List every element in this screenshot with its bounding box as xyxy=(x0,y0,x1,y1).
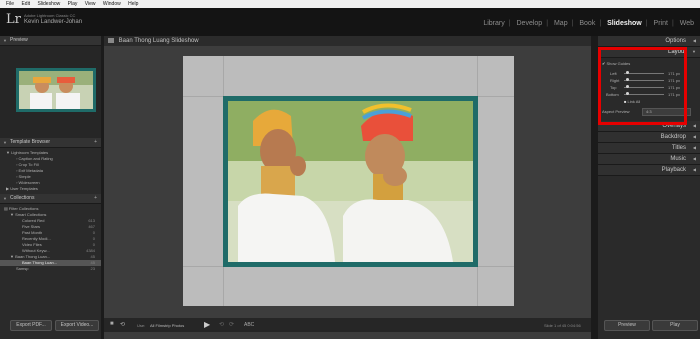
template-browser-header[interactable]: ▼ Template Browser + xyxy=(0,138,101,148)
playback-header[interactable]: Playback ◀ xyxy=(598,165,700,176)
module-print[interactable]: Print xyxy=(654,20,668,27)
rotate-icon[interactable]: ⟲ xyxy=(120,321,125,328)
add-text-button[interactable]: ABC xyxy=(244,322,254,328)
module-book[interactable]: Book xyxy=(579,20,595,27)
expand-triangle-icon: ◀ xyxy=(692,134,696,139)
identity-user-name: Kevin Landwer-Johan xyxy=(24,19,83,25)
add-template-icon[interactable]: + xyxy=(94,138,97,147)
module-library[interactable]: Library xyxy=(483,20,504,27)
lightroom-logo: Lr xyxy=(6,12,21,27)
menu-view[interactable]: View xyxy=(85,1,96,7)
expand-triangle-icon: ◀ xyxy=(692,38,696,43)
options-header[interactable]: Options ◀ xyxy=(598,36,700,47)
expand-triangle-icon: ◀ xyxy=(692,145,696,150)
left-panel: ▼ Preview ▼ Template Browser + ▼ Lightro… xyxy=(0,36,101,339)
collapse-triangle-icon: ▼ xyxy=(3,140,7,145)
play-button[interactable]: Play xyxy=(652,320,698,331)
app-subtitle: Adobe Lightroom Classic CC xyxy=(24,13,76,18)
menu-window[interactable]: Window xyxy=(103,1,121,7)
preview-panel-header[interactable]: ▼ Preview xyxy=(0,36,101,46)
collection-icon xyxy=(108,37,114,43)
menu-edit[interactable]: Edit xyxy=(21,1,30,7)
use-photos-select[interactable]: All Filmstrip Photos xyxy=(150,323,184,328)
expand-triangle-icon: ◀ xyxy=(692,123,696,128)
expand-triangle-icon: ◀ xyxy=(692,167,696,172)
menu-slideshow[interactable]: Slideshow xyxy=(37,1,60,7)
add-collection-icon[interactable]: + xyxy=(94,194,97,203)
stop-icon[interactable]: ■ xyxy=(110,321,114,327)
module-picker: Library | Develop | Map | Book | Slideshow | … xyxy=(483,20,694,27)
collection-item[interactable]: Samsp 23 xyxy=(0,266,101,272)
collapse-triangle-icon: ▼ xyxy=(692,49,696,54)
collections-list: ▤ Filter Collections ▼ Smart Collections… xyxy=(0,204,101,274)
menu-file[interactable]: File xyxy=(6,1,14,7)
menu-bar: File Edit Slideshow Play View Window Hel… xyxy=(0,0,700,8)
titles-header[interactable]: Titles ◀ xyxy=(598,143,700,154)
slideshow-title: Baan Thong Luang Slideshow xyxy=(118,38,199,44)
slideshow-title-bar: Baan Thong Luang Slideshow xyxy=(104,36,591,46)
slide-canvas[interactable] xyxy=(183,56,514,306)
rotate-right-icon[interactable]: ⟳ xyxy=(229,321,234,328)
slideshow-toolbar: ■ ⟲ Use: All Filmstrip Photos ▶ ⟲ ⟳ ABC … xyxy=(104,318,591,332)
slide-counter: Slide 1 of 45 0:04:56 xyxy=(544,323,581,328)
highlight-box xyxy=(598,47,687,125)
preview-image xyxy=(16,68,96,112)
preview-button[interactable]: Preview xyxy=(604,320,650,331)
expand-triangle-icon: ◀ xyxy=(692,156,696,161)
backdrop-header[interactable]: Backdrop ◀ xyxy=(598,132,700,143)
collapse-triangle-icon: ▼ xyxy=(3,196,7,201)
preview-thumbnail xyxy=(0,46,101,138)
collections-header[interactable]: ▼ Collections + xyxy=(0,194,101,204)
slide-photo xyxy=(223,96,478,267)
collapse-triangle-icon: ▼ xyxy=(3,38,7,43)
template-folder[interactable]: ▶ User Templates xyxy=(0,186,101,192)
export-pdf-button[interactable]: Export PDF... xyxy=(10,320,52,331)
module-map[interactable]: Map xyxy=(554,20,568,27)
module-web[interactable]: Web xyxy=(680,20,694,27)
rotate-left-icon[interactable]: ⟲ xyxy=(219,321,224,328)
module-slideshow[interactable]: Slideshow xyxy=(607,20,642,27)
menu-help[interactable]: Help xyxy=(128,1,138,7)
menu-play[interactable]: Play xyxy=(68,1,78,7)
export-video-button[interactable]: Export Video... xyxy=(55,320,99,331)
module-develop[interactable]: Develop xyxy=(517,20,543,27)
play-icon[interactable]: ▶ xyxy=(204,320,210,329)
use-label: Use: xyxy=(137,323,146,328)
music-header[interactable]: Music ◀ xyxy=(598,154,700,165)
